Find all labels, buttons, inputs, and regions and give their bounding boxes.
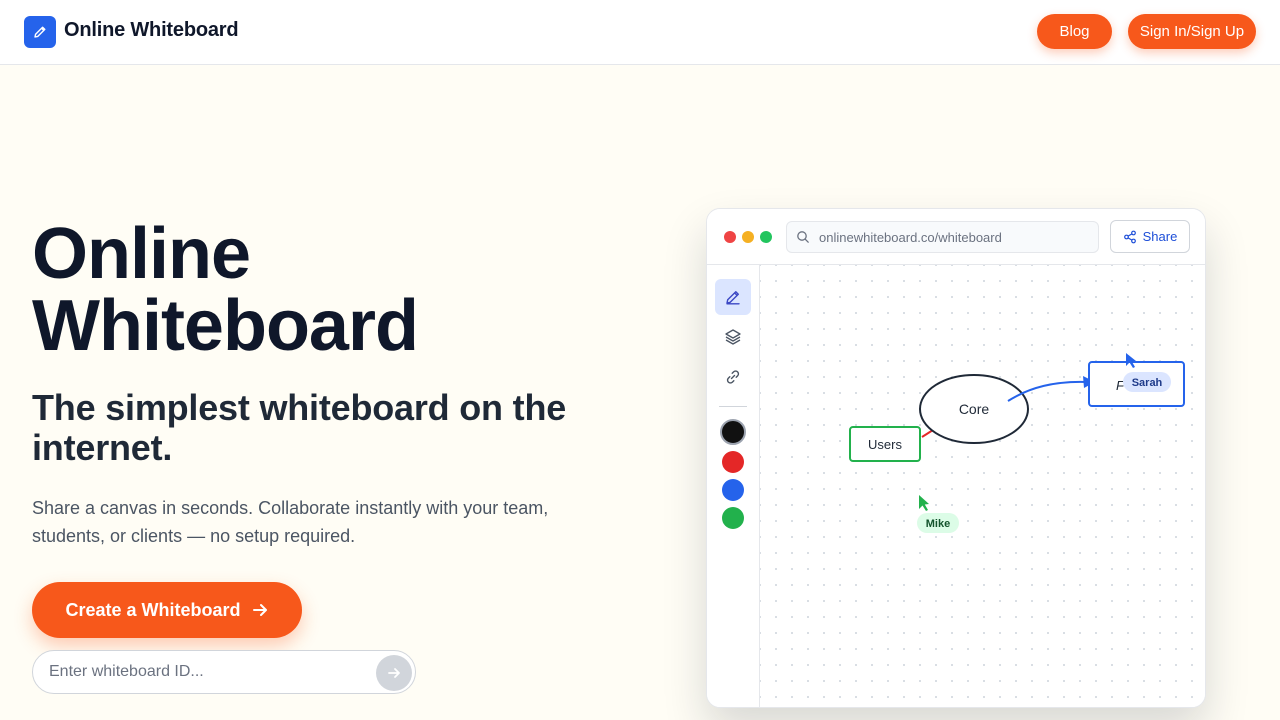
preview-share-button[interactable]: Share (1110, 220, 1190, 253)
preview-share-label: Share (1142, 229, 1178, 244)
layers-icon (725, 329, 741, 345)
sarah-cursor-label: Sarah (1132, 377, 1163, 389)
mike-cursor-label: Mike (926, 518, 950, 530)
logo[interactable] (24, 16, 56, 48)
blog-button[interactable]: Blog (1037, 14, 1112, 49)
search-icon (797, 231, 809, 243)
create-whiteboard-button[interactable]: Create a Whiteboard (32, 582, 302, 638)
hero-description: Share a canvas in seconds. Collaborate i… (32, 498, 549, 546)
window-close-dot (724, 231, 736, 243)
preview-url: onlinewhiteboard.co/whiteboard (819, 230, 1002, 245)
brand-name[interactable]: Online Whiteboard (64, 19, 239, 42)
core-node-label: Core (959, 401, 990, 417)
preview-url-bar: onlinewhiteboard.co/whiteboard (786, 221, 1099, 253)
whiteboard-preview: onlinewhiteboard.co/whiteboard Share Use… (706, 208, 1206, 708)
layers-tool[interactable] (715, 319, 751, 355)
window-maximize-dot (760, 231, 772, 243)
create-whiteboard-label: Create a Whiteboard (65, 599, 241, 620)
color-swatch-blue[interactable] (722, 479, 744, 501)
window-minimize-dot (742, 231, 754, 243)
join-whiteboard-button[interactable] (376, 655, 412, 691)
cursor-icon (919, 495, 929, 511)
users-node-label: Users (868, 437, 902, 452)
link-tool[interactable] (715, 359, 751, 395)
color-swatch-black[interactable] (720, 419, 746, 445)
hero-title-line: Online (32, 214, 251, 294)
whiteboard-id-form (32, 650, 416, 694)
arrow-right-icon (252, 604, 267, 616)
pencil-icon (34, 26, 46, 38)
arrow-right-icon (388, 668, 400, 678)
pencil-tool[interactable] (715, 279, 751, 315)
hero-subtitle: The simplest whiteboard on the internet. (32, 387, 567, 468)
toolbar-divider (719, 406, 747, 407)
canvas-drawing: Users Core F Sarah Mike (849, 353, 1185, 533)
whiteboard-id-input[interactable] (49, 651, 369, 693)
navbar: Online Whiteboard Blog Sign In/Sign Up (0, 0, 1280, 65)
sign-in-button[interactable]: Sign In/Sign Up (1128, 14, 1256, 49)
hero-title-line: Whiteboard (32, 286, 419, 366)
preview-header: onlinewhiteboard.co/whiteboard Share (707, 209, 1205, 265)
pencil-icon (726, 291, 740, 305)
color-swatch-green[interactable] (722, 507, 744, 529)
whiteboard-canvas[interactable]: Users Core F Sarah Mike (760, 265, 1205, 707)
hero-title: Online Whiteboard (32, 214, 419, 366)
link-icon (726, 370, 740, 384)
preview-toolbar (707, 265, 760, 707)
color-swatch-red[interactable] (722, 451, 744, 473)
share-icon (1123, 230, 1136, 243)
